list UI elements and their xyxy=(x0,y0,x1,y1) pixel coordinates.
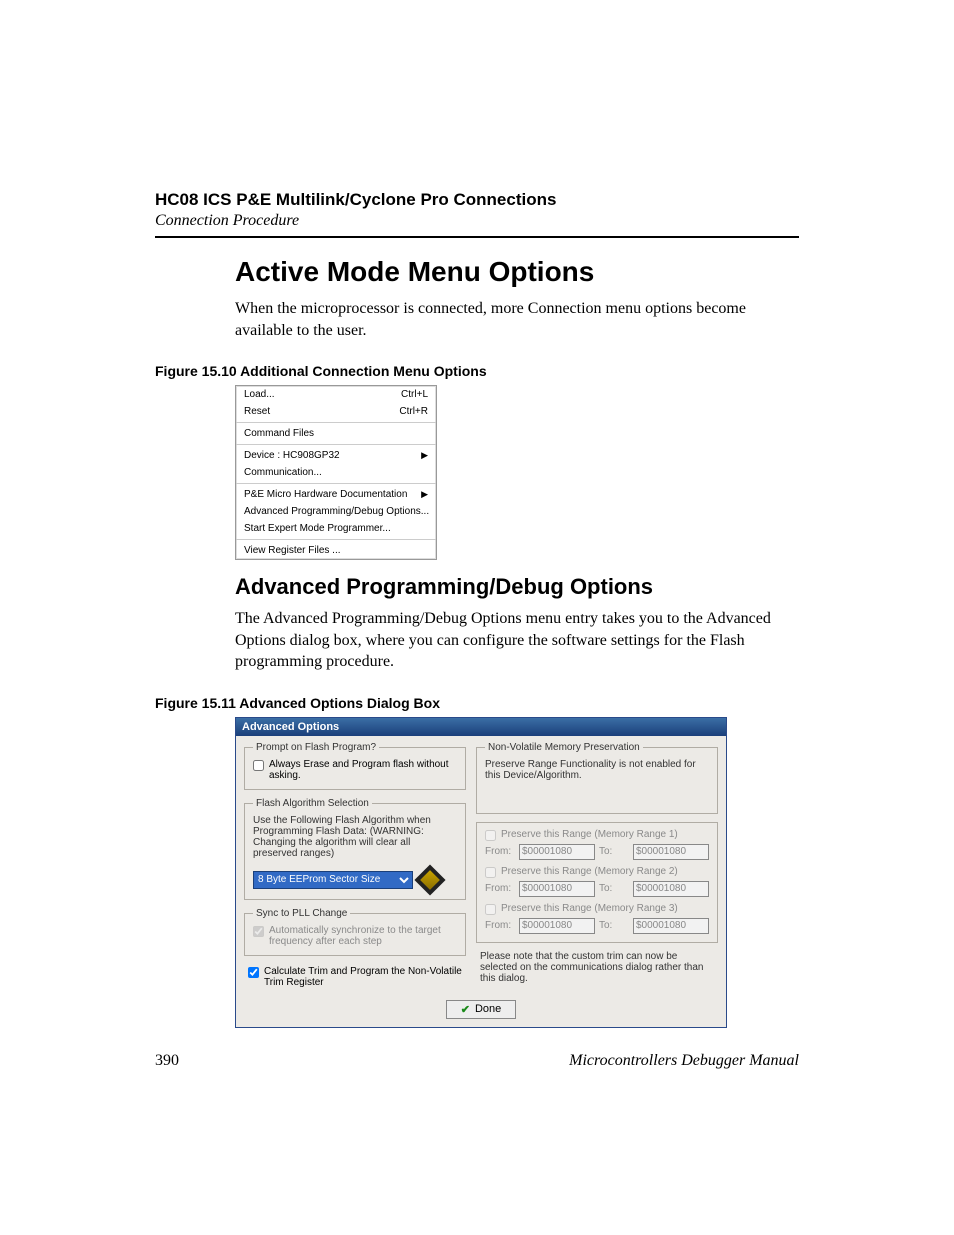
menu-label: View Register Files ... xyxy=(244,545,341,556)
menu-item-pe-doc[interactable]: P&E Micro Hardware Documentation ▶ xyxy=(236,486,436,503)
figure-10-caption: Figure 15.10 Additional Connection Menu … xyxy=(155,363,799,379)
menu-label: Load... xyxy=(244,389,275,400)
page-number: 390 xyxy=(155,1052,179,1070)
menu-label: Communication... xyxy=(244,467,322,478)
header-title: HC08 ICS P&E Multilink/Cyclone Pro Conne… xyxy=(155,190,799,210)
prompt-legend: Prompt on Flash Program? xyxy=(253,742,379,753)
menu-label: Advanced Programming/Debug Options... xyxy=(244,506,429,517)
sync-legend: Sync to PLL Change xyxy=(253,908,350,919)
nvm-group: Non-Volatile Memory Preservation Preserv… xyxy=(476,742,718,814)
menu-separator xyxy=(236,422,436,423)
menu-label: Start Expert Mode Programmer... xyxy=(244,523,391,534)
menu-item-reset[interactable]: Reset Ctrl+R xyxy=(236,403,436,420)
menu-item-expert[interactable]: Start Expert Mode Programmer... xyxy=(236,520,436,537)
sync-group: Sync to PLL Change Automatically synchro… xyxy=(244,908,466,956)
submenu-arrow-icon: ▶ xyxy=(421,489,428,500)
submenu-arrow-icon: ▶ xyxy=(421,450,428,461)
to-label: To: xyxy=(599,920,629,931)
always-erase-label: Always Erase and Program flash without a… xyxy=(269,759,457,781)
figure-11-caption: Figure 15.11 Advanced Options Dialog Box xyxy=(155,695,799,711)
range1-from-input xyxy=(519,844,595,860)
dialog-title: Advanced Options xyxy=(236,718,726,736)
range3-checkbox xyxy=(485,904,496,915)
menu-label: Reset xyxy=(244,406,270,417)
algorithm-group: Flash Algorithm Selection Use the Follow… xyxy=(244,798,466,900)
section-heading-2: Advanced Programming/Debug Options xyxy=(235,574,799,600)
to-label: To: xyxy=(599,883,629,894)
menu-item-communication[interactable]: Communication... xyxy=(236,464,436,481)
context-menu: Load... Ctrl+L Reset Ctrl+R Command File… xyxy=(235,385,437,560)
custom-trim-note: Please note that the custom trim can now… xyxy=(476,951,718,984)
range3-label: Preserve this Range (Memory Range 3) xyxy=(501,903,678,914)
menu-item-command-files[interactable]: Command Files xyxy=(236,425,436,442)
section-2-para: The Advanced Programming/Debug Options m… xyxy=(235,608,799,673)
menu-separator xyxy=(236,444,436,445)
algorithm-legend: Flash Algorithm Selection xyxy=(253,798,372,809)
menu-label: Device : HC908GP32 xyxy=(244,450,340,461)
done-label: Done xyxy=(475,1003,501,1015)
algorithm-select[interactable]: 8 Byte EEProm Sector Size xyxy=(253,871,413,889)
nvm-note: Preserve Range Functionality is not enab… xyxy=(485,759,709,781)
prompt-group: Prompt on Flash Program? Always Erase an… xyxy=(244,742,466,790)
menu-item-view-register[interactable]: View Register Files ... xyxy=(236,542,436,559)
chip-icon xyxy=(414,864,445,895)
algorithm-warning: Use the Following Flash Algorithm when P… xyxy=(253,815,457,859)
sync-label: Automatically synchronize to the target … xyxy=(269,925,457,947)
section-heading-1: Active Mode Menu Options xyxy=(235,256,799,288)
from-label: From: xyxy=(485,883,515,894)
range2-to-input xyxy=(633,881,709,897)
range3-from-input xyxy=(519,918,595,934)
advanced-options-dialog: Advanced Options Prompt on Flash Program… xyxy=(235,717,727,1028)
done-button[interactable]: ✔ Done xyxy=(446,1000,517,1019)
ranges-group: Preserve this Range (Memory Range 1) Fro… xyxy=(476,822,718,943)
from-label: From: xyxy=(485,846,515,857)
range1-checkbox xyxy=(485,830,496,841)
menu-item-advanced[interactable]: Advanced Programming/Debug Options... xyxy=(236,503,436,520)
menu-item-device[interactable]: Device : HC908GP32 ▶ xyxy=(236,447,436,464)
check-icon: ✔ xyxy=(461,1003,470,1016)
header-subtitle: Connection Procedure xyxy=(155,212,799,230)
menu-label: Command Files xyxy=(244,428,314,439)
menu-item-load[interactable]: Load... Ctrl+L xyxy=(236,386,436,403)
to-label: To: xyxy=(599,846,629,857)
menu-separator xyxy=(236,539,436,540)
menu-separator xyxy=(236,483,436,484)
section-1-para: When the microprocessor is connected, mo… xyxy=(235,298,799,341)
sync-checkbox xyxy=(253,926,264,937)
range2-checkbox xyxy=(485,867,496,878)
range1-label: Preserve this Range (Memory Range 1) xyxy=(501,829,678,840)
nvm-legend: Non-Volatile Memory Preservation xyxy=(485,742,643,753)
manual-title: Microcontrollers Debugger Manual xyxy=(569,1052,799,1070)
range1-to-input xyxy=(633,844,709,860)
menu-shortcut: Ctrl+L xyxy=(401,389,428,400)
from-label: From: xyxy=(485,920,515,931)
range2-from-input xyxy=(519,881,595,897)
menu-label: P&E Micro Hardware Documentation xyxy=(244,489,407,500)
always-erase-checkbox[interactable] xyxy=(253,760,264,771)
header-rule xyxy=(155,236,799,238)
trim-checkbox[interactable] xyxy=(248,967,259,978)
range2-label: Preserve this Range (Memory Range 2) xyxy=(501,866,678,877)
trim-label: Calculate Trim and Program the Non-Volat… xyxy=(264,966,462,988)
menu-shortcut: Ctrl+R xyxy=(399,406,428,417)
range3-to-input xyxy=(633,918,709,934)
